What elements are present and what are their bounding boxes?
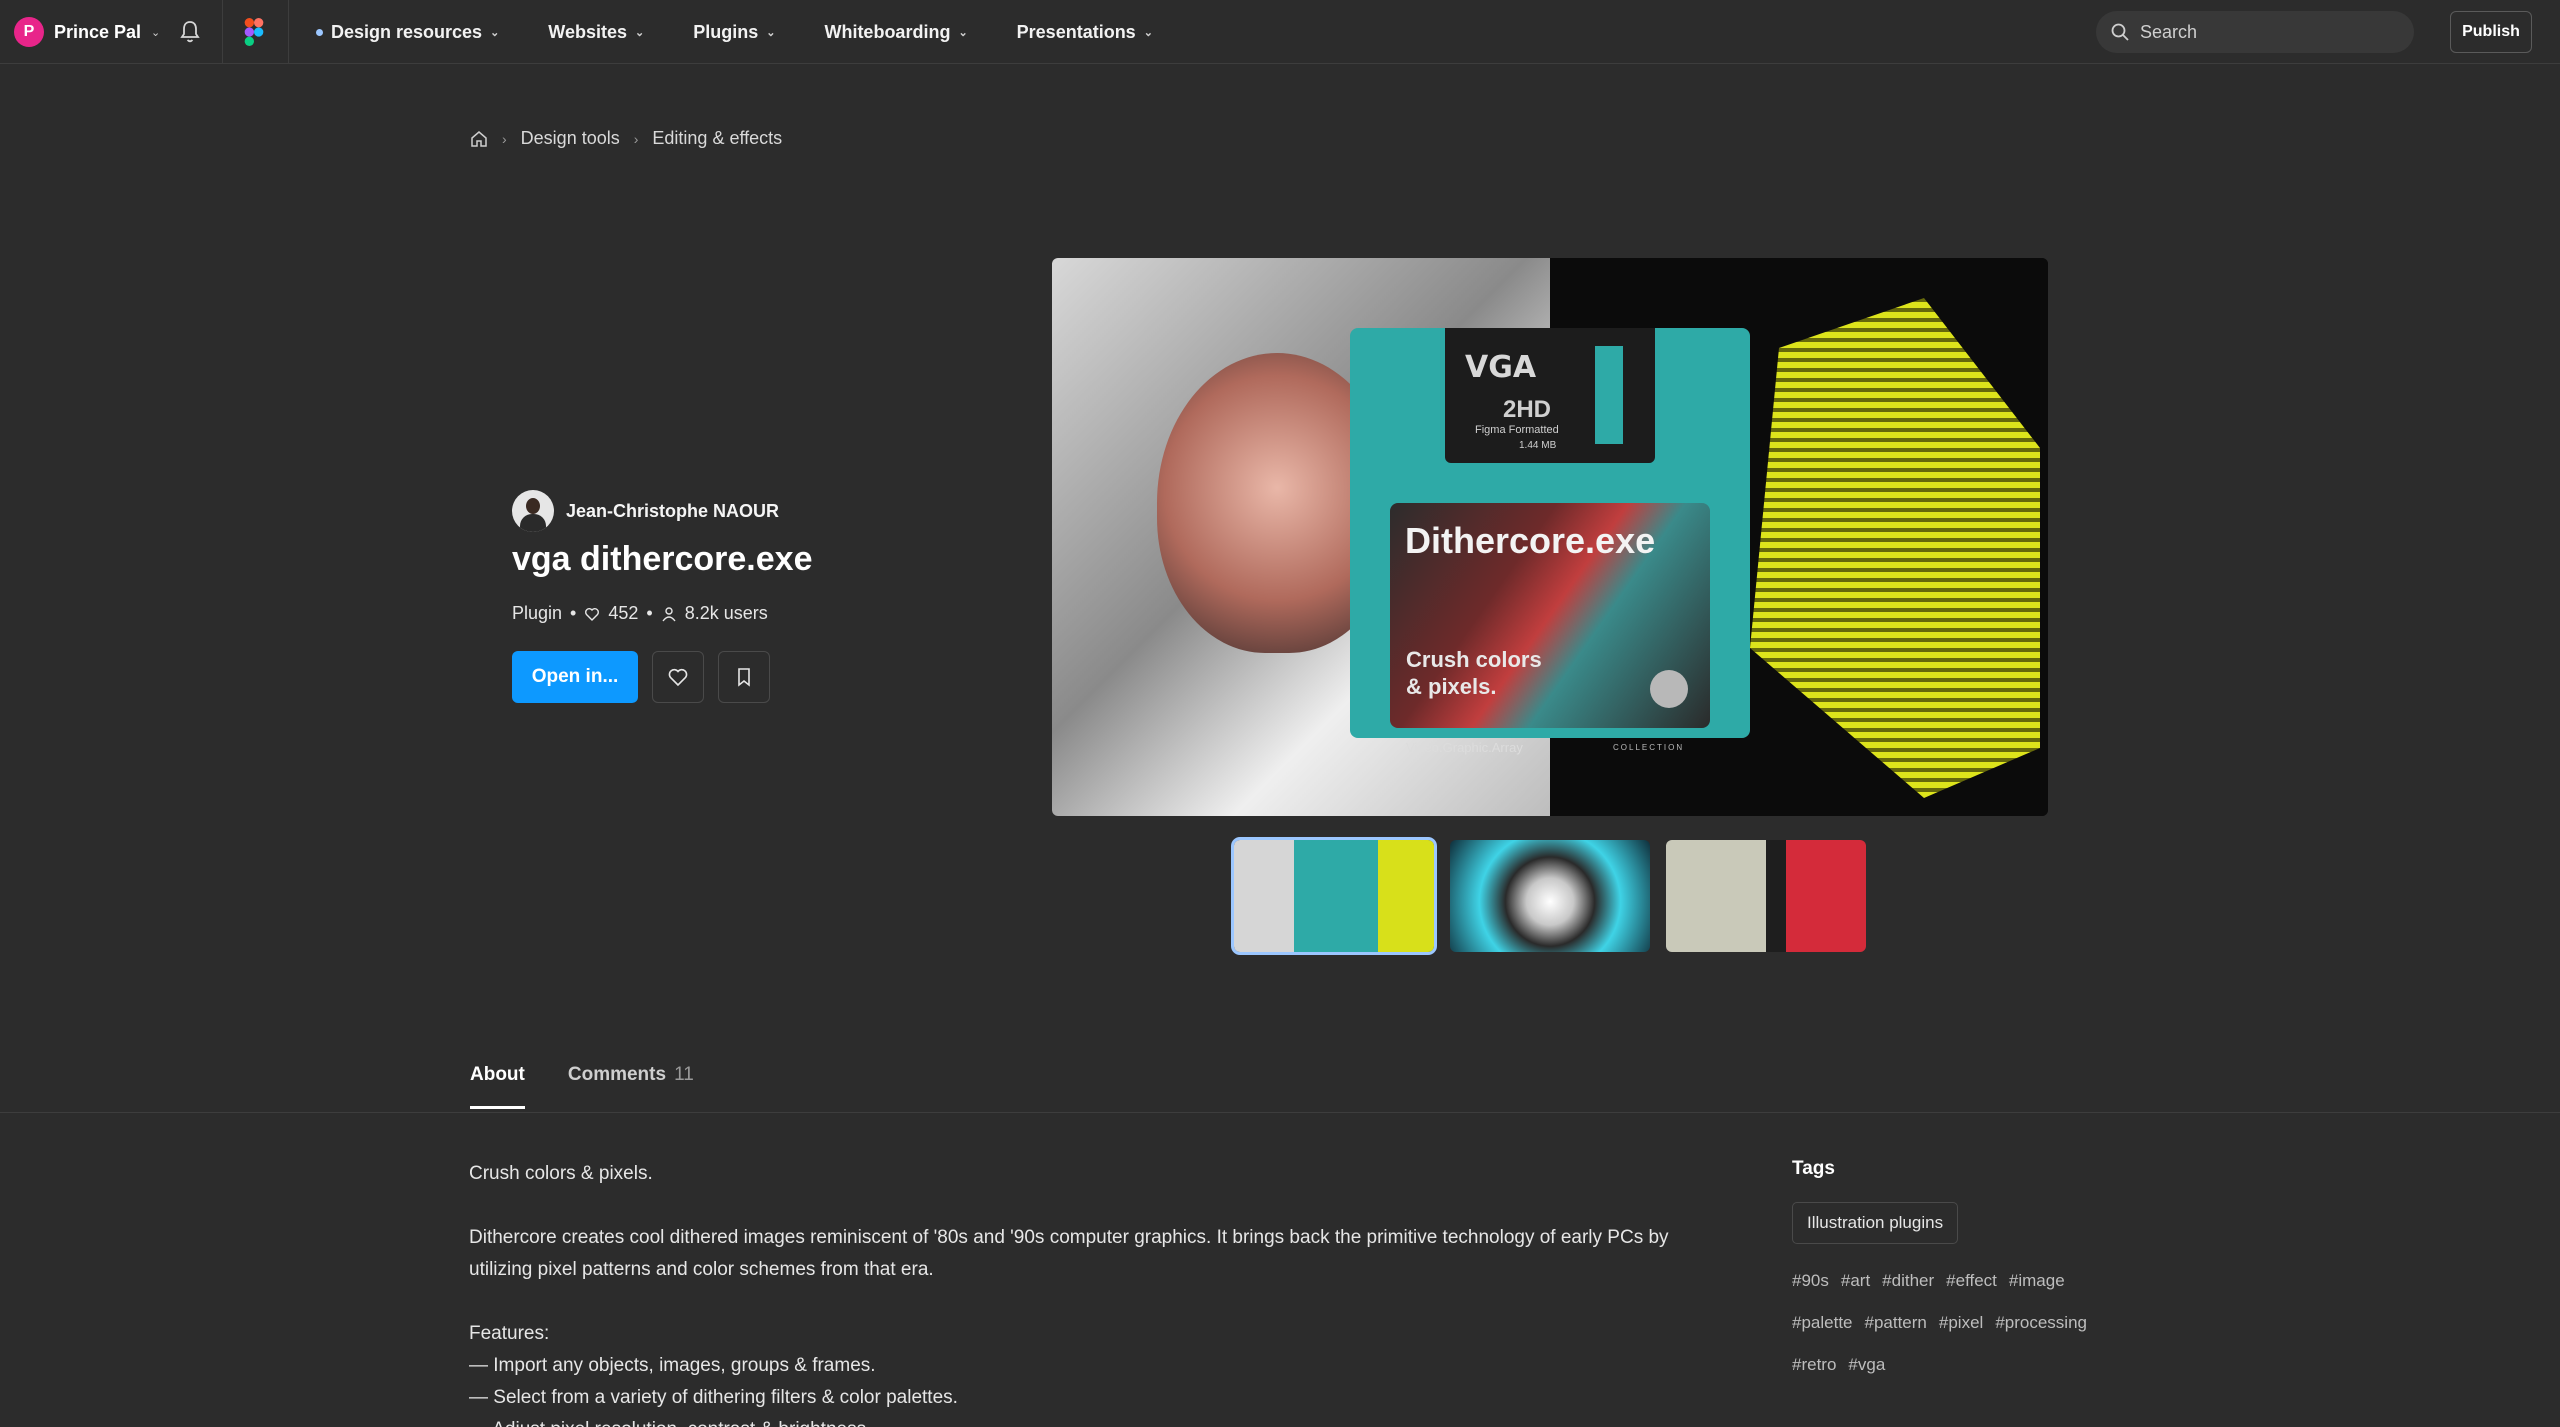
- heart-icon: [668, 668, 688, 687]
- tab-label: Comments: [567, 1064, 667, 1085]
- hashtag-link[interactable]: #90s: [1792, 1268, 1829, 1293]
- heart-icon: [585, 607, 600, 621]
- users-count: 8.2k users: [684, 603, 768, 623]
- breadcrumb-link-design-tools[interactable]: Design tools: [521, 128, 620, 149]
- features-list: Features: — Import any objects, images, …: [469, 1318, 1729, 1427]
- hashtag-link[interactable]: #vga: [1848, 1352, 1885, 1377]
- about-tagline: Crush colors & pixels.: [469, 1163, 653, 1184]
- chevron-down-icon: ⌄: [958, 26, 968, 39]
- like-button[interactable]: [652, 651, 704, 703]
- chevron-right-icon: ›: [633, 130, 639, 147]
- divider: [222, 0, 223, 64]
- nav-label: Design resources: [331, 21, 483, 42]
- nav-presentations[interactable]: Presentations ⌄: [1017, 22, 1153, 43]
- author-link[interactable]: Jean-Christophe NAOUR: [512, 490, 779, 532]
- hashtag-link[interactable]: #dither: [1882, 1268, 1934, 1293]
- chevron-down-icon: ⌄: [766, 26, 776, 39]
- hashtag-link[interactable]: #processing: [1995, 1310, 2087, 1335]
- floppy-title: Dithercore.exe: [1405, 520, 1656, 561]
- tabs: About Comments 11: [470, 1064, 694, 1109]
- bookmark-button[interactable]: [718, 651, 770, 703]
- nav-label: Whiteboarding: [824, 21, 951, 42]
- floppy-brand: VGA: [1465, 350, 1537, 385]
- hashtag-list: #90s #art #dither #effect #image #palett…: [1792, 1268, 2122, 1377]
- user-avatar: P: [14, 17, 44, 47]
- category-tag-chip[interactable]: Illustration plugins: [1792, 1202, 1959, 1244]
- nav-label: Plugins: [693, 21, 759, 42]
- chevron-down-icon: ⌄: [151, 26, 161, 39]
- bell-icon[interactable]: [178, 19, 202, 45]
- bookmark-icon: [738, 668, 750, 687]
- separator-dot: •: [570, 603, 577, 623]
- search-box[interactable]: [2096, 11, 2414, 53]
- plugin-meta: Plugin • 452 • 8.2k users: [512, 603, 768, 624]
- breadcrumb: › Design tools › Editing & effects: [470, 128, 782, 149]
- about-section: Crush colors & pixels. Dithercore create…: [469, 1158, 1729, 1427]
- thumbnail-1[interactable]: [1231, 837, 1437, 955]
- hashtag-link[interactable]: #palette: [1792, 1310, 1853, 1335]
- nav-plugins[interactable]: Plugins ⌄: [693, 22, 775, 43]
- floppy-collection: COLLECTION: [1613, 743, 1685, 752]
- hashtag-link[interactable]: #image: [2009, 1268, 2065, 1293]
- tags-heading: Tags: [1792, 1158, 1835, 1179]
- nav-whiteboarding[interactable]: Whiteboarding ⌄: [824, 22, 967, 43]
- comments-count: 11: [674, 1064, 694, 1085]
- nav-label: Websites: [548, 21, 627, 42]
- separator-dot: •: [646, 603, 653, 623]
- floppy-formatted: Figma Formatted: [1475, 424, 1559, 436]
- home-icon[interactable]: [470, 130, 488, 148]
- floppy-tagline: Crush colors & pixels.: [1406, 647, 1542, 699]
- search-input[interactable]: [2140, 21, 2400, 43]
- thumbnail-3[interactable]: [1666, 840, 1866, 952]
- floppy-disk-artwork: VGA 2HD Figma Formatted 1.44 MB Ditherco…: [1350, 328, 1750, 755]
- hashtag-link[interactable]: #pattern: [1865, 1310, 1927, 1335]
- floppy-footer: Video.Graphic.Array: [1406, 740, 1523, 755]
- tab-about[interactable]: About: [470, 1064, 525, 1109]
- search-icon: [2111, 23, 2129, 41]
- active-indicator-dot: [316, 28, 323, 36]
- nav-design-resources[interactable]: Design resources ⌄: [316, 22, 499, 43]
- hashtag-link[interactable]: #art: [1841, 1268, 1870, 1293]
- chevron-down-icon: ⌄: [1143, 26, 1153, 39]
- author-avatar: [512, 490, 554, 532]
- hashtag-link[interactable]: #effect: [1946, 1268, 1997, 1293]
- publish-button[interactable]: Publish: [2450, 11, 2532, 53]
- user-name: Prince Pal: [54, 21, 142, 42]
- feature-item: — Adjust pixel resolution, contrast & br…: [469, 1414, 1729, 1427]
- tab-label: About: [470, 1064, 525, 1085]
- chevron-right-icon: ›: [502, 130, 507, 147]
- thumbnail-strip: [1231, 837, 1866, 955]
- features-title: Features:: [469, 1323, 550, 1344]
- figma-logo-icon[interactable]: [244, 18, 264, 46]
- hero-preview-image: VGA 2HD Figma Formatted 1.44 MB Ditherco…: [1052, 258, 2048, 816]
- hashtag-link[interactable]: #retro: [1792, 1352, 1836, 1377]
- feature-item: — Select from a variety of dithering fil…: [469, 1387, 958, 1408]
- floppy-capacity: 2HD: [1503, 396, 1552, 423]
- top-navigation-bar: P Prince Pal ⌄ Design resources ⌄ Websit…: [0, 0, 2560, 64]
- open-in-button[interactable]: Open in...: [512, 651, 638, 703]
- thumbnail-2[interactable]: [1450, 840, 1650, 952]
- chevron-down-icon: ⌄: [635, 26, 645, 39]
- tab-comments[interactable]: Comments 11: [568, 1064, 694, 1109]
- floppy-size: 1.44 MB: [1519, 440, 1557, 451]
- main-nav: Design resources ⌄ Websites ⌄ Plugins ⌄ …: [316, 0, 1202, 64]
- user-icon: [662, 606, 676, 621]
- page-title: vga dithercore.exe: [512, 540, 813, 578]
- user-menu[interactable]: P Prince Pal ⌄: [14, 17, 160, 47]
- author-name: Jean-Christophe NAOUR: [566, 500, 780, 521]
- plugin-type: Plugin: [512, 603, 563, 623]
- about-description: Dithercore creates cool dithered images …: [469, 1227, 1669, 1280]
- hashtag-link[interactable]: #pixel: [1939, 1310, 1983, 1335]
- likes-count: 452: [608, 603, 639, 623]
- tabs-divider: [0, 1112, 2560, 1113]
- breadcrumb-link-editing-effects[interactable]: Editing & effects: [652, 128, 782, 149]
- nav-websites[interactable]: Websites ⌄: [548, 22, 644, 43]
- divider: [288, 0, 289, 64]
- chevron-down-icon: ⌄: [490, 26, 500, 39]
- nav-label: Presentations: [1016, 21, 1136, 42]
- feature-item: — Import any objects, images, groups & f…: [469, 1355, 876, 1376]
